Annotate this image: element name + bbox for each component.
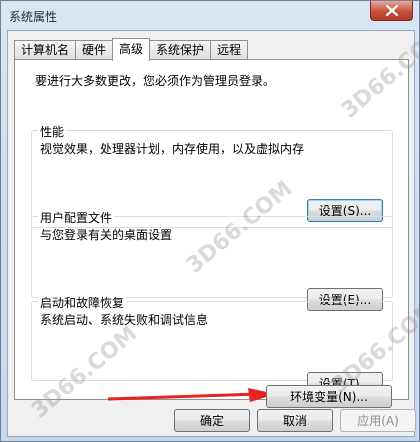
close-button[interactable] [370,1,413,21]
tab-strip: 计算机名 硬件 高级 系统保护 远程 [14,38,249,61]
startup-recovery-title: 启动和故障恢复 [38,294,127,311]
performance-title: 性能 [38,123,67,140]
ok-button[interactable]: 确定 [174,409,250,432]
close-icon [385,5,398,16]
tab-system-protection[interactable]: 系统保护 [149,40,212,60]
red-arrow-annotation [108,388,276,402]
dialog-client: 计算机名 硬件 高级 系统保护 远程 要进行大多数更改，您必须作为管理员登录。 … [7,30,416,437]
advanced-tab-panel: 要进行大多数更改，您必须作为管理员登录。 性能 视觉效果，处理器计划，内存使用，… [14,59,409,400]
user-profiles-title: 用户配置文件 [38,209,115,226]
startup-recovery-description: 系统启动、系统失败和调试信息 [40,313,209,327]
tab-hardware[interactable]: 硬件 [75,40,114,60]
user-profiles-group: 用户配置文件 与您登录有关的桌面设置 设置(E)... [31,209,393,311]
window-title: 系统属性 [9,10,58,24]
system-properties-window: 系统属性 计算机名 硬件 高级 系统保护 远程 要进行大多数更改，您必须作为管理… [0,0,420,442]
startup-recovery-group: 启动和故障恢复 系统启动、系统失败和调试信息 设置(T)... [31,294,393,395]
performance-description: 视觉效果，处理器计划，内存使用，以及虚拟内存 [40,142,305,156]
title-bar[interactable]: 系统属性 [1,1,419,31]
tab-advanced[interactable]: 高级 [112,38,151,61]
tab-remote[interactable]: 远程 [210,40,249,60]
apply-button[interactable]: 应用(A) [340,409,416,432]
environment-variables-button[interactable]: 环境变量(N)... [266,385,392,408]
user-profiles-description: 与您登录有关的桌面设置 [40,228,173,242]
cancel-button[interactable]: 取消 [257,409,333,432]
admin-notice: 要进行大多数更改，您必须作为管理员登录。 [35,74,276,88]
tab-computer-name[interactable]: 计算机名 [14,40,77,60]
